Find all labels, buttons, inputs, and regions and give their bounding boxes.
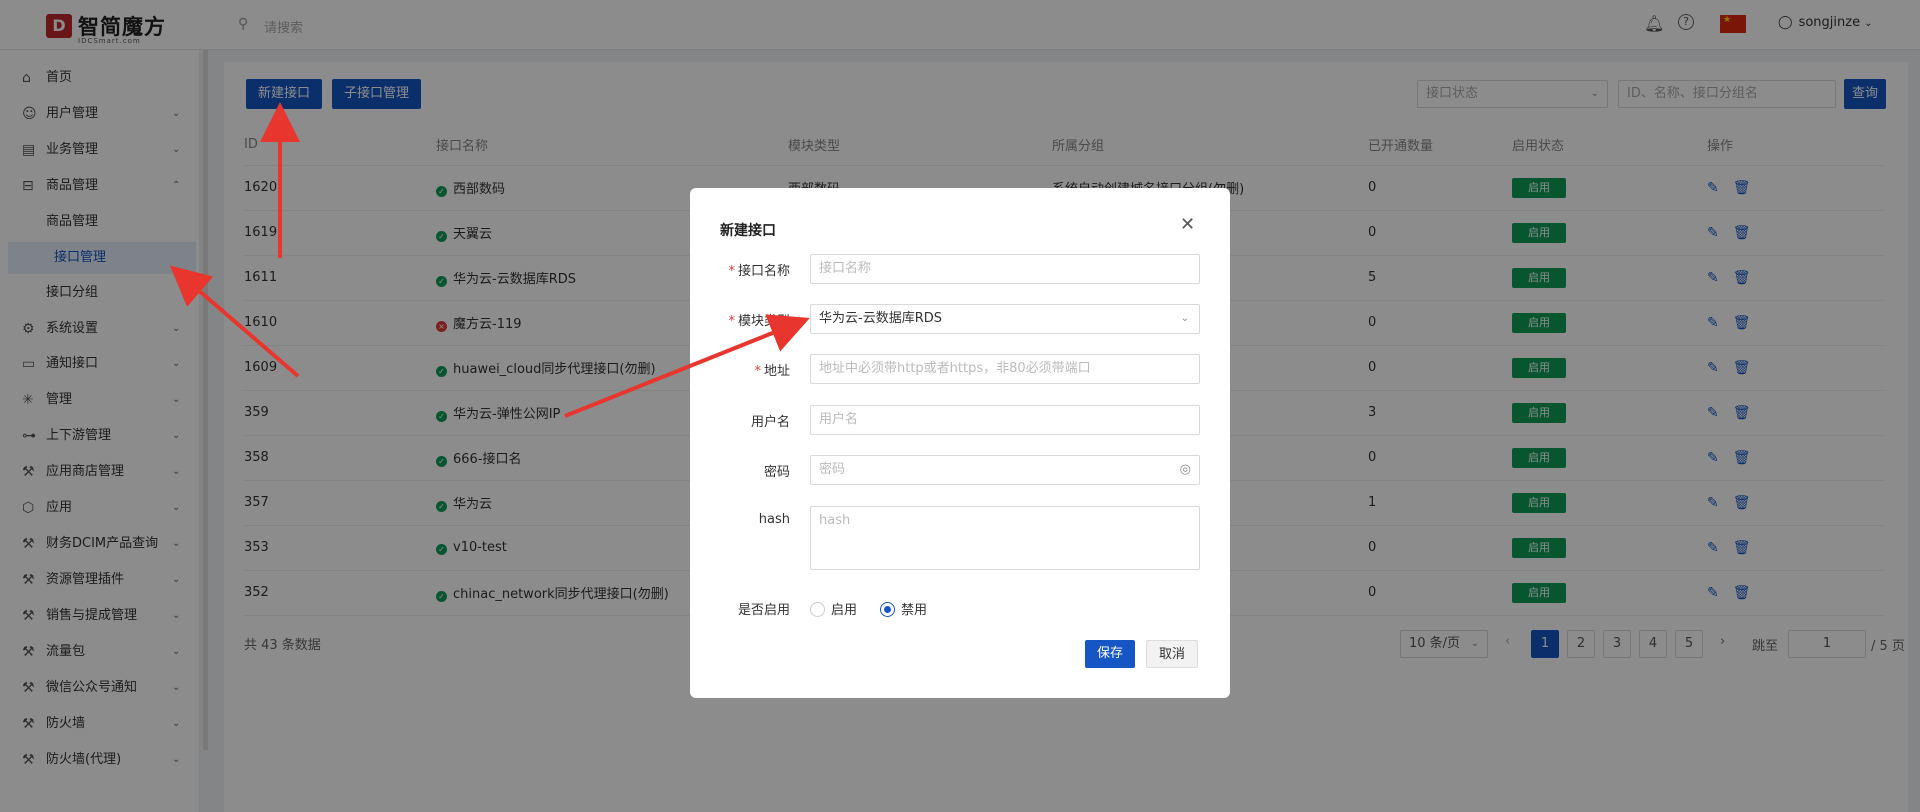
- field-password: 密码 密码 ◎: [690, 455, 1230, 485]
- cancel-button[interactable]: 取消: [1146, 640, 1199, 668]
- field-address: * 地址 地址中必须带http或者https，非80必须带端口: [690, 354, 1230, 384]
- password-input[interactable]: 密码 ◎: [810, 455, 1200, 485]
- dialog-title: 新建接口: [720, 223, 776, 239]
- module-select[interactable]: 华为云-云数据库RDS ⌄: [810, 304, 1200, 334]
- close-icon[interactable]: ✕: [1180, 214, 1195, 235]
- name-input[interactable]: 接口名称: [810, 254, 1200, 284]
- password-label: 密码: [763, 465, 790, 480]
- username-input[interactable]: 用户名: [810, 405, 1200, 435]
- hash-label: hash: [758, 512, 790, 527]
- radio-enable[interactable]: 启用: [810, 599, 857, 618]
- field-enable: 是否启用 启用 禁用: [690, 593, 1230, 623]
- radio-disable[interactable]: 禁用: [880, 599, 927, 618]
- field-module: * 模块类型 华为云-云数据库RDS ⌄: [690, 304, 1230, 334]
- chevron-down-icon: ⌄: [1180, 313, 1189, 324]
- new-interface-dialog: 新建接口 ✕ * 接口名称 接口名称 * 模块类型 华为云-云数据库RDS ⌄ * 地址…: [690, 188, 1230, 698]
- name-label: 接口名称: [737, 264, 790, 279]
- field-hash: hash hash: [690, 506, 1230, 570]
- hash-textarea[interactable]: hash: [810, 506, 1200, 570]
- address-input[interactable]: 地址中必须带http或者https，非80必须带端口: [810, 354, 1200, 384]
- username-label: 用户名: [750, 415, 790, 430]
- save-button[interactable]: 保存: [1085, 640, 1136, 668]
- address-label: 地址: [763, 364, 790, 379]
- eye-slash-icon[interactable]: ◎: [1180, 456, 1191, 484]
- enable-label: 是否启用: [737, 603, 790, 618]
- field-name: * 接口名称 接口名称: [690, 254, 1230, 284]
- module-label: 模块类型: [737, 314, 790, 329]
- field-username: 用户名 用户名: [690, 405, 1230, 435]
